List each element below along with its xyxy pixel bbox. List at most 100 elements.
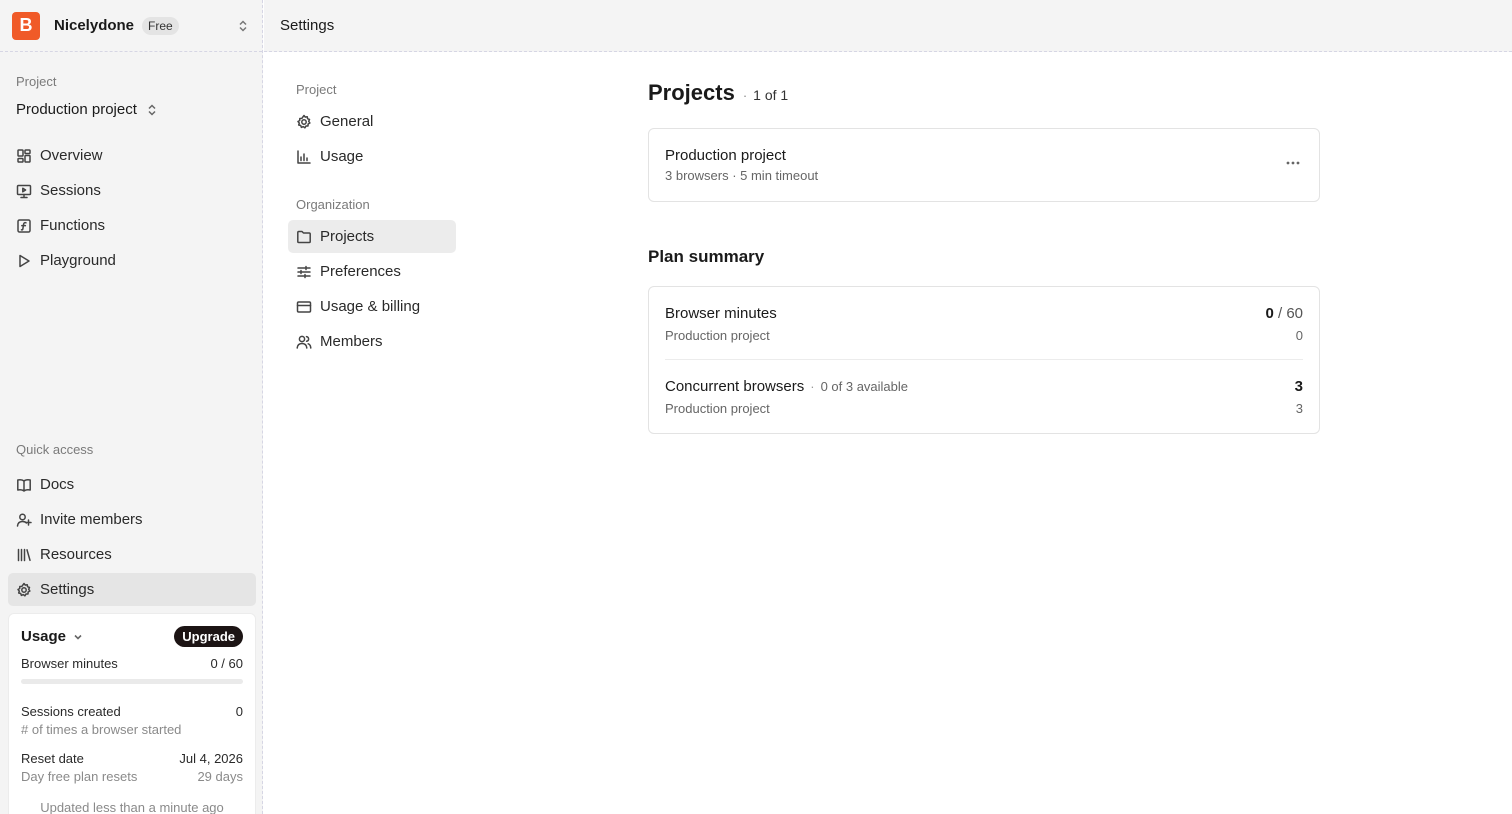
sidebar-item-label: Invite members <box>40 511 143 528</box>
settings-item-preferences[interactable]: Preferences <box>288 255 456 288</box>
library-icon <box>16 547 32 563</box>
settings-item-label: Usage & billing <box>320 298 421 315</box>
org-name: Nicelydone <box>54 17 135 34</box>
reset-days-remaining: 29 days <box>197 769 243 784</box>
projects-title: Projects <box>648 80 735 105</box>
upgrade-button[interactable]: Upgrade <box>174 626 243 647</box>
updated-timestamp: Updated less than a minute ago <box>40 800 224 814</box>
plan-badge: Free <box>142 16 179 35</box>
settings-nav: Project General Usage Organization Proje… <box>288 82 456 358</box>
sidebar-item-label: Sessions <box>40 182 101 199</box>
gear-icon <box>16 582 32 598</box>
functions-icon <box>16 218 32 234</box>
overview-icon <box>16 148 32 164</box>
plan-row-value-limit: / 60 <box>1273 305 1303 322</box>
plan-row-value-main: 3 <box>1294 378 1303 395</box>
plan-summary-card: Browser minutes 0 / 60 Production projec… <box>648 286 1320 434</box>
plan-summary-title: Plan summary <box>648 247 765 266</box>
plan-row-browser-minutes: Browser minutes 0 / 60 Production projec… <box>665 287 1303 359</box>
separator-dot: · <box>742 88 748 103</box>
top-header: Settings <box>264 0 1512 52</box>
projects-heading: Projects · 1 of 1 <box>648 80 1320 106</box>
settings-item-members[interactable]: Members <box>288 325 456 358</box>
chevron-up-down-icon[interactable] <box>236 19 250 33</box>
quick-access-label: Quick access <box>16 442 94 457</box>
sidebar-item-functions[interactable]: Functions <box>8 209 256 242</box>
page-title: Settings <box>280 17 335 34</box>
folder-icon <box>296 229 312 245</box>
plan-row-value-main: 0 <box>1265 305 1274 322</box>
sessions-created-label: Sessions created <box>21 704 121 719</box>
plan-row-project-value: 0 <box>1295 328 1303 343</box>
settings-item-label: Preferences <box>320 263 401 280</box>
plan-row-project: Production project <box>665 328 770 343</box>
chevron-up-down-icon <box>145 103 159 117</box>
main-content: Projects · 1 of 1 Production project 3 b… <box>648 80 1320 434</box>
sessions-icon <box>16 183 32 199</box>
plan-row-project: Production project <box>665 401 770 416</box>
project-name: Production project <box>665 147 786 164</box>
reset-date-label: Reset date <box>21 751 84 766</box>
settings-item-label: Projects <box>320 228 375 245</box>
plan-row-name: Concurrent browsers <box>665 378 805 395</box>
sidebar-item-label: Docs <box>40 476 75 493</box>
settings-group-project: Project <box>296 82 337 97</box>
plan-row-name: Browser minutes <box>665 305 777 322</box>
plan-row-project-value: 3 <box>1295 401 1303 416</box>
sessions-created-value: 0 <box>235 704 243 719</box>
settings-group-organization: Organization <box>296 197 370 212</box>
settings-item-general[interactable]: General <box>288 105 456 138</box>
settings-item-label: General <box>320 113 374 130</box>
sliders-icon <box>296 264 312 280</box>
settings-item-label: Members <box>320 333 383 350</box>
quick-access-nav: Docs Invite members Resources Settings <box>8 468 256 608</box>
project-section-label: Project <box>16 74 57 89</box>
gear-icon <box>296 114 312 130</box>
sidebar-item-label: Settings <box>40 581 95 598</box>
sessions-created-description: # of times a browser started <box>21 722 182 737</box>
usage-card: Usage Upgrade Browser minutes 0 / 60 Ses… <box>8 613 256 814</box>
plan-row-concurrent-browsers: Concurrent browsers 0 of 3 available 3 P… <box>665 359 1303 433</box>
project-meta: 3 browsers · 5 min timeout <box>665 168 819 183</box>
plan-row-value: 0 / 60 <box>1265 305 1303 322</box>
settings-item-label: Usage <box>320 148 364 165</box>
reset-date-value: Jul 4, 2026 <box>179 751 243 766</box>
bar-chart-icon <box>296 149 312 165</box>
project-card[interactable]: Production project 3 browsers · 5 min ti… <box>648 128 1320 202</box>
main-nav: Overview Sessions Functions Playground <box>8 139 256 279</box>
settings-item-usage[interactable]: Usage <box>288 140 456 173</box>
chevron-down-icon[interactable] <box>72 631 84 643</box>
brand-logo: B <box>12 11 40 40</box>
sidebar-item-label: Functions <box>40 217 106 234</box>
sidebar-item-overview[interactable]: Overview <box>8 139 256 172</box>
sidebar-item-sessions[interactable]: Sessions <box>8 174 256 207</box>
more-options-icon[interactable] <box>1283 155 1303 171</box>
browser-minutes-value: 0 / 60 <box>210 656 243 671</box>
sidebar-item-docs[interactable]: Docs <box>8 468 256 501</box>
org-switcher[interactable]: B Nicelydone Free <box>0 0 262 52</box>
usage-title[interactable]: Usage <box>21 628 66 645</box>
sidebar-item-resources[interactable]: Resources <box>8 538 256 571</box>
settings-item-projects[interactable]: Projects <box>288 220 456 253</box>
sidebar-item-playground[interactable]: Playground <box>8 244 256 277</box>
book-icon <box>16 477 32 493</box>
sidebar-item-label: Overview <box>40 147 103 164</box>
project-selector-label: Production project <box>16 101 137 118</box>
plan-row-value: 3 <box>1295 378 1303 395</box>
brand-logo-letter: B <box>19 15 33 35</box>
projects-count: 1 of 1 <box>753 87 789 103</box>
reset-date-description: Day free plan resets <box>21 769 138 784</box>
sidebar: B Nicelydone Free Project Production pro… <box>0 0 263 814</box>
sidebar-item-label: Playground <box>40 252 116 269</box>
sidebar-item-label: Resources <box>40 546 112 563</box>
sidebar-item-invite-members[interactable]: Invite members <box>8 503 256 536</box>
project-selector[interactable]: Production project <box>16 101 159 118</box>
plan-row-note: 0 of 3 available <box>810 379 908 394</box>
sidebar-item-settings[interactable]: Settings <box>8 573 256 606</box>
play-icon <box>16 253 32 269</box>
credit-card-icon <box>296 299 312 315</box>
browser-minutes-progress <box>21 679 243 684</box>
settings-item-usage-billing[interactable]: Usage & billing <box>288 290 456 323</box>
users-icon <box>296 334 312 350</box>
browser-minutes-label: Browser minutes <box>21 656 118 671</box>
